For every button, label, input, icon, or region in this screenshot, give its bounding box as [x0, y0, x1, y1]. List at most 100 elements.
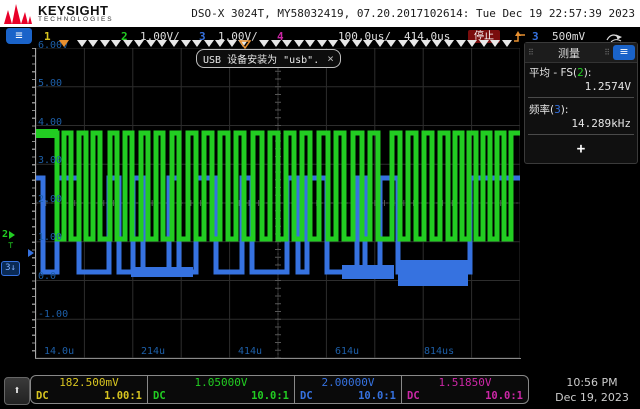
search-event-marker-icon: [169, 40, 179, 47]
measurement-menu-button[interactable]: ≡: [613, 45, 635, 60]
channel3-status-box[interactable]: 2.00000V DC 10.0:1: [294, 375, 402, 404]
trigger-slope-icon: [514, 31, 525, 42]
voltage-axis-label: 0.0: [38, 271, 57, 282]
search-event-marker-icon: [215, 40, 225, 47]
measurement-1-value: 1.2574V: [584, 80, 631, 93]
search-event-marker-icon: [282, 40, 292, 47]
search-event-marker-icon: [444, 40, 454, 47]
search-event-marker-icon: [146, 40, 156, 47]
search-event-marker-icon: [328, 40, 338, 47]
main-menu-button[interactable]: ≡: [6, 28, 32, 44]
channel-status-boxes: 182.500mV DC 1.00:1 1.05000V DC 10.0:1 2.00000…: [30, 375, 529, 404]
notification-text: USB 设备安装为 "usb".: [203, 55, 320, 66]
search-event-marker-icon: [363, 40, 373, 47]
keysight-spark-icon: [4, 4, 32, 24]
search-event-marker-icon: [88, 40, 98, 47]
channel2-trigger-marker-icon: ⊤: [8, 241, 14, 251]
search-event-marker-icon: [134, 40, 144, 47]
system-title: DSO-X 3024T, MY58032419, 07.20.201710261…: [191, 7, 635, 20]
header-bar: KEYSIGHT TECHNOLOGIES DSO-X 3024T, MY580…: [0, 0, 640, 27]
search-event-marker-icon: [398, 40, 408, 47]
search-event-marker-icon: [317, 40, 327, 47]
search-event-marker-icon: [421, 40, 431, 47]
time-axis-label: 414u: [238, 346, 263, 357]
voltage-axis-label: 5.00: [38, 78, 63, 89]
bottom-status-bar: ⬆ 182.500mV DC 1.00:1 1.05000V DC 10.0:1 2.000…: [0, 374, 640, 409]
search-event-marker-icon: [259, 40, 269, 47]
channel-offset-value: 1.51850V: [438, 376, 492, 389]
bottom-axis-line: [35, 358, 521, 359]
oscilloscope-screen: KEYSIGHT TECHNOLOGIES DSO-X 3024T, MY580…: [0, 0, 640, 409]
search-event-marker-icon: [192, 40, 202, 47]
search-event-marker-icon: [111, 40, 121, 47]
coupling-label: DC: [407, 390, 420, 402]
search-event-marker-icon: [100, 40, 110, 47]
add-measurement-button[interactable]: +: [525, 137, 637, 157]
voltage-axis-label: 2.00: [38, 194, 63, 205]
coupling-label: DC: [153, 390, 166, 402]
voltage-axis-label: -1.00: [38, 309, 69, 320]
measurement-2-value: 14.289kHz: [571, 117, 631, 130]
channel1-status-box[interactable]: 182.500mV DC 1.00:1: [30, 375, 148, 404]
divider: [528, 97, 634, 98]
divider: [528, 134, 634, 135]
search-event-marker-icon: [271, 40, 281, 47]
voltage-axis-label: 4.00: [38, 117, 63, 128]
probe-ratio-label: 10.0:1: [485, 390, 523, 402]
probe-ratio-label: 10.0:1: [251, 390, 289, 402]
brand-subtitle: TECHNOLOGIES: [38, 16, 114, 24]
drag-grip-icon[interactable]: ⠿: [604, 48, 610, 57]
coupling-label: DC: [36, 390, 49, 402]
drag-grip-icon[interactable]: ⠿: [528, 48, 534, 57]
search-event-marker-icon: [340, 40, 350, 47]
search-event-marker-icon: [479, 40, 489, 47]
probe-ratio-label: 10.0:1: [358, 390, 396, 402]
search-event-marker-icon: [375, 40, 385, 47]
channel-coupling-row: DC 10.0:1: [407, 390, 523, 402]
voltage-axis-label: 3.00: [38, 155, 63, 166]
channel-offset-value: 182.500mV: [59, 376, 119, 389]
measurement-panel: ⠿ 测量 ⠿ ≡ 平均 - FS(2): 1.2574V 频率(3): 14.2…: [524, 42, 638, 164]
time-axis-label: 814us: [424, 346, 455, 357]
channel-coupling-row: DC 10.0:1: [153, 390, 289, 402]
keysight-logo: KEYSIGHT TECHNOLOGIES: [4, 2, 114, 26]
search-event-marker-icon: [294, 40, 304, 47]
time-reference-marker-icon: [239, 40, 251, 49]
channel-offset-value: 2.00000V: [321, 376, 375, 389]
channel2-status-box[interactable]: 1.05000V DC 10.0:1: [147, 375, 295, 404]
trigger-level-marker-icon[interactable]: [28, 249, 34, 257]
search-event-marker-icon: [77, 40, 87, 47]
search-event-marker-icon: [204, 40, 214, 47]
waveform-display: [36, 48, 520, 358]
search-event-marker-icon: [227, 40, 237, 47]
time-axis-label: 14.0u: [44, 346, 75, 357]
search-event-marker-icon: [490, 40, 500, 47]
search-event-marker-icon: [123, 40, 133, 47]
search-event-marker-icon: [352, 40, 362, 47]
channel3-ground-marker[interactable]: 3↓: [1, 261, 20, 276]
brand-text: KEYSIGHT TECHNOLOGIES: [38, 4, 114, 24]
channel-coupling-row: DC 10.0:1: [300, 390, 396, 402]
probe-ratio-label: 1.00:1: [104, 390, 142, 402]
search-event-marker-icon: [386, 40, 396, 47]
channel2-ground-marker[interactable]: 2: [2, 229, 16, 240]
down-arrow-icon: ↓: [10, 263, 16, 273]
search-event-marker-icon: [409, 40, 419, 47]
notification-close-icon[interactable]: ×: [327, 52, 334, 65]
search-event-marker-icon: [181, 40, 191, 47]
measurement-2-label[interactable]: 频率(3):: [525, 100, 637, 117]
channel-offset-value: 1.05000V: [194, 376, 248, 389]
up-arrow-button[interactable]: ⬆: [4, 377, 30, 405]
measurement-1-label[interactable]: 平均 - FS(2):: [525, 63, 637, 80]
channel-coupling-row: DC 1.00:1: [36, 390, 142, 402]
coupling-label: DC: [300, 390, 313, 402]
channel4-status-box[interactable]: 1.51850V DC 10.0:1: [401, 375, 529, 404]
time-axis-label: 214u: [141, 346, 166, 357]
search-event-marker-icon: [157, 40, 167, 47]
search-event-marker-icon: [502, 40, 512, 47]
channel2-ground-arrow-icon: [9, 230, 16, 239]
clock-time: 10:56 PM: [566, 376, 618, 389]
search-event-marker-icon: [305, 40, 315, 47]
measurement-panel-header[interactable]: ⠿ 测量 ⠿ ≡: [525, 43, 637, 63]
clock-date: Dec 19, 2023: [555, 391, 629, 404]
